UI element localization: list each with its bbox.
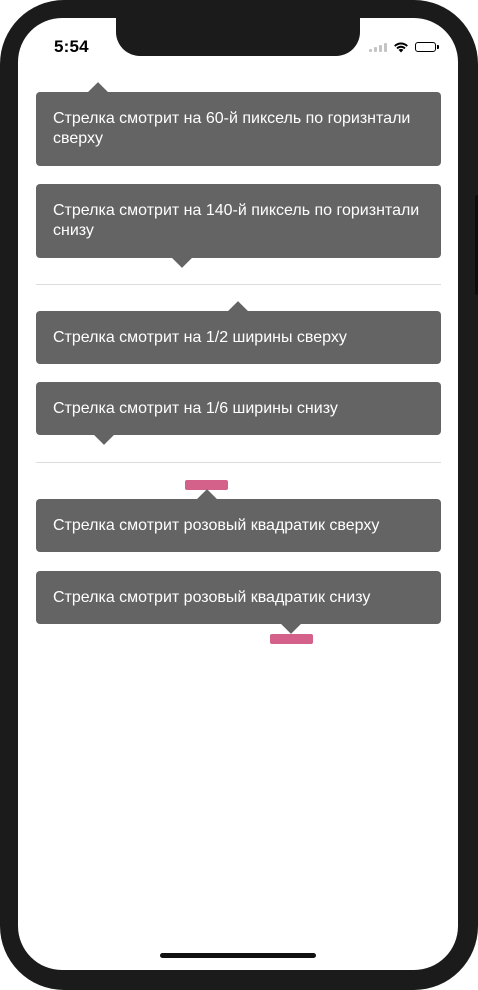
tooltip-pink-square-top: Стрелка смотрит розовый квадратик сверху xyxy=(36,489,441,552)
divider xyxy=(36,462,441,463)
home-indicator[interactable] xyxy=(160,953,316,958)
tooltip-text: Стрелка смотрит на 1/2 ширины сверху xyxy=(53,329,347,346)
tooltip-half-width-top: Стрелка смотрит на 1/2 ширины сверху xyxy=(36,301,441,364)
tooltip-text: Стрелка смотрит на 60-й пиксель по гориз… xyxy=(53,110,411,147)
wifi-icon xyxy=(394,42,408,53)
tooltip-text: Стрелка смотрит розовый квадратик сверху xyxy=(53,517,380,534)
phone-frame: 5:54 Стрелка смотрит на 60-й пиксель по … xyxy=(0,0,478,990)
tooltip-text: Стрелка смотрит на 140-й пиксель по гори… xyxy=(53,202,420,239)
tooltip-sixth-width-bottom: Стрелка смотрит на 1/6 ширины снизу xyxy=(36,382,441,445)
tooltip-text: Стрелка смотрит на 1/6 ширины снизу xyxy=(53,400,338,417)
tooltip-arrow-down xyxy=(94,425,114,445)
divider xyxy=(36,284,441,285)
status-time: 5:54 xyxy=(54,37,89,56)
tooltip-arrow-up xyxy=(197,489,217,509)
battery-icon xyxy=(415,42,439,52)
pink-square-bottom xyxy=(270,634,313,644)
tooltip-arrow-up xyxy=(88,82,108,102)
screen: 5:54 Стрелка смотрит на 60-й пиксель по … xyxy=(18,18,458,970)
tooltip-pink-square-bottom: Стрелка смотрит розовый квадратик снизу xyxy=(36,571,441,634)
tooltip-arrow-down xyxy=(281,614,301,634)
status-icons xyxy=(369,40,439,54)
tooltip-arrow-down xyxy=(172,248,192,268)
tooltip-60px-top: Стрелка смотрит на 60-й пиксель по гориз… xyxy=(36,82,441,166)
signal-icon xyxy=(369,42,387,52)
tooltip-140px-bottom: Стрелка смотрит на 140-й пиксель по гори… xyxy=(36,184,441,268)
notch xyxy=(116,18,360,56)
tooltip-text: Стрелка смотрит розовый квадратик снизу xyxy=(53,589,371,606)
tooltip-arrow-up xyxy=(228,301,248,321)
